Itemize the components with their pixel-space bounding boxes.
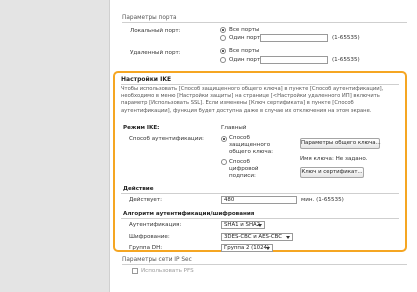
ipsec-section-title: Параметры сети IP Sec [122,257,192,263]
divider [122,22,407,23]
local-one-radio[interactable] [220,35,226,41]
ike-mode-value: Главный [221,125,247,131]
algo-auth-value: SHA1 и SHA2 [224,222,261,228]
auth-sig-radio[interactable] [221,159,227,165]
chevron-down-icon [258,224,262,227]
key-cert-button[interactable]: Ключ и сертификат... [300,167,364,178]
algo-dh-select[interactable]: Группа 2 (1024) [221,244,273,252]
remote-all-radio[interactable] [220,48,226,54]
top-fade [110,0,417,12]
algo-auth-label: Аутентификация: [129,222,182,228]
remote-port-input[interactable] [260,56,328,64]
auth-method-label: Способ аутентификации: [129,136,204,142]
local-port-input[interactable] [260,34,328,42]
local-port-label: Локальный порт: [130,28,181,34]
local-port-range: (1-65535) [332,35,360,41]
ike-mode-label: Режим IKE: [123,125,160,131]
algo-enc-value: 3DES-CBC и AES-CBC [224,234,283,240]
local-all-label: Все порты [229,27,260,33]
auth-psk-label: Способ защищенного общего ключа: [229,135,274,155]
remote-port-range: (1-65535) [332,57,360,63]
validity-input[interactable]: 480 [221,196,297,204]
validity-label: Действует: [129,197,162,203]
divider [121,218,399,219]
algo-dh-label: Группа DH: [129,245,163,251]
algo-enc-select[interactable]: 3DES-CBC и AES-CBC [221,233,293,241]
chevron-down-icon [286,236,290,239]
remote-one-label: Один порт: [229,57,263,63]
remote-all-label: Все порты [229,48,260,54]
auth-psk-radio[interactable] [221,136,227,142]
pfs-label: Использовать PFS [141,268,194,274]
ike-title: Настройки IKE [121,76,172,83]
ike-settings-panel: Настройки IKE Чтобы использовать [Способ… [113,71,407,252]
validity-section-title: Действие [123,186,154,192]
local-one-label: Один порт: [229,35,263,41]
validity-unit: мин. (1-65535) [301,197,344,203]
pfs-checkbox[interactable] [132,268,138,274]
key-name-text: Имя ключа: Не задано. [300,156,368,162]
remote-one-radio[interactable] [220,57,226,63]
local-all-radio[interactable] [220,27,226,33]
remote-port-label: Удаленный порт: [130,50,181,56]
divider [121,84,399,85]
divider [121,193,399,194]
ports-section-title: Параметры порта [122,15,177,21]
auth-sig-label: Способ цифровой подписи: [229,159,259,179]
chevron-down-icon [266,247,270,250]
algo-dh-value: Группа 2 (1024) [224,245,270,251]
divider [122,264,407,265]
algo-enc-label: Шифрование: [129,234,170,240]
ike-description: Чтобы использовать [Способ защищенного о… [121,86,384,114]
algo-section-title: Алгоритм аутентификации/шифрования [123,211,255,217]
psk-settings-button[interactable]: Параметры общего ключа... [300,138,381,149]
algo-auth-select[interactable]: SHA1 и SHA2 [221,221,265,229]
